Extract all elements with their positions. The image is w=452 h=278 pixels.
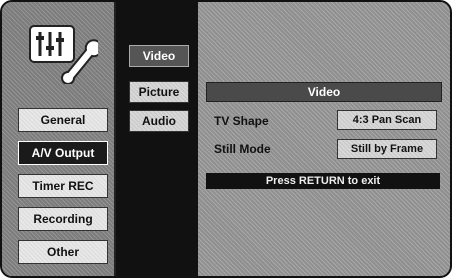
sub-menu-panel	[116, 2, 198, 276]
menu-item-other[interactable]: Other	[18, 240, 108, 264]
settings-tools-icon	[29, 25, 98, 84]
menu-item-av-output[interactable]: A/V Output	[18, 141, 108, 165]
still-mode-label: Still Mode	[214, 142, 271, 156]
submenu-item-video[interactable]: Video	[129, 45, 189, 67]
tv-shape-label: TV Shape	[214, 114, 269, 128]
submenu-item-picture[interactable]: Picture	[129, 81, 189, 103]
menu-item-recording[interactable]: Recording	[18, 207, 108, 231]
menu-item-timer-rec[interactable]: Timer REC	[18, 174, 108, 198]
menu-item-general[interactable]: General	[18, 108, 108, 132]
tv-shape-value[interactable]: 4:3 Pan Scan	[337, 110, 437, 130]
submenu-item-audio[interactable]: Audio	[129, 110, 189, 132]
content-title: Video	[206, 82, 442, 102]
still-mode-value[interactable]: Still by Frame	[337, 139, 437, 159]
setup-menu-screen: General A/V Output Timer REC Recording O…	[0, 0, 452, 278]
exit-hint: Press RETURN to exit	[206, 173, 440, 189]
